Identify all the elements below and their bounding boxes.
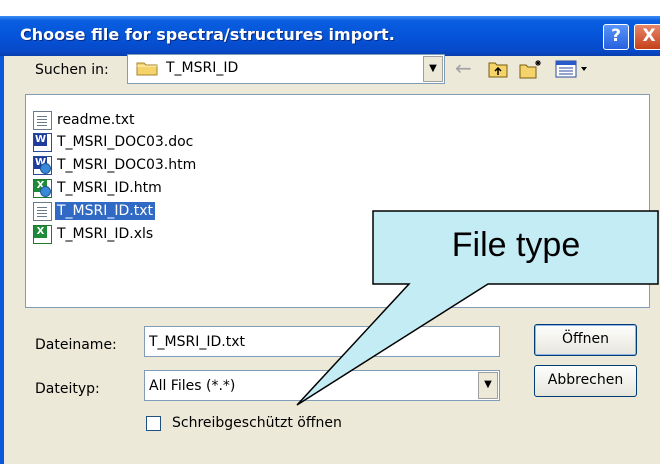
- callout-label: File type: [451, 226, 581, 264]
- close-button[interactable]: X: [634, 24, 660, 50]
- readonly-checkbox[interactable]: [146, 416, 161, 431]
- text-file-icon: [33, 201, 52, 221]
- filetype-label: Dateityp:: [35, 381, 100, 397]
- lookin-value: T_MSRI_ID: [166, 60, 239, 76]
- file-item-selected[interactable]: T_MSRI_ID.txt: [33, 200, 155, 222]
- file-item[interactable]: T_MSRI_ID.xls: [33, 223, 155, 245]
- excel-html-icon: [33, 178, 52, 198]
- filetype-select[interactable]: All Files (*.*) ▼: [144, 370, 500, 401]
- excel-workbook-icon: [33, 224, 52, 244]
- new-folder-button[interactable]: [518, 58, 544, 80]
- file-item[interactable]: readme.txt: [33, 109, 137, 131]
- views-menu-button[interactable]: [554, 58, 590, 80]
- views-menu-icon: [555, 60, 587, 78]
- file-name: T_MSRI_ID.xls: [57, 226, 154, 242]
- file-name: T_MSRI_ID.htm: [57, 180, 162, 196]
- new-folder-icon: [519, 60, 541, 79]
- close-icon: X: [642, 26, 656, 46]
- cancel-button[interactable]: Abbrechen: [534, 365, 637, 397]
- help-button[interactable]: ?: [603, 24, 629, 50]
- help-icon: ?: [611, 26, 621, 46]
- file-name: T_MSRI_DOC03.doc: [57, 134, 194, 150]
- filename-input[interactable]: [144, 326, 500, 357]
- filename-label: Dateiname:: [35, 337, 117, 353]
- dialog-title: Choose file for spectra/structures impor…: [20, 25, 395, 44]
- chevron-down-icon: ▼: [429, 63, 437, 74]
- file-item[interactable]: T_MSRI_DOC03.htm: [33, 154, 198, 176]
- folder-icon: [136, 62, 158, 76]
- file-name: T_MSRI_ID.txt: [55, 202, 155, 220]
- lookin-combo[interactable]: T_MSRI_ID ▼: [127, 54, 445, 84]
- file-name: readme.txt: [57, 112, 135, 128]
- filetype-value: All Files (*.*): [149, 378, 236, 394]
- title-bar[interactable]: Choose file for spectra/structures impor…: [0, 16, 660, 56]
- word-document-icon: [33, 132, 52, 152]
- lookin-label: Suchen in:: [35, 62, 109, 78]
- up-folder-icon: [488, 62, 508, 78]
- readonly-label: Schreibgeschützt öffnen: [172, 415, 342, 431]
- file-name: T_MSRI_DOC03.htm: [57, 157, 197, 173]
- chevron-down-icon: ▼: [484, 379, 492, 390]
- text-file-icon: [33, 110, 52, 130]
- filetype-dropdown-button[interactable]: ▼: [478, 372, 498, 399]
- file-item[interactable]: T_MSRI_ID.htm: [33, 177, 164, 199]
- up-folder-button[interactable]: [487, 58, 509, 80]
- window-left-border: [0, 56, 4, 464]
- back-button[interactable]: ←: [455, 58, 479, 80]
- lookin-dropdown-button[interactable]: ▼: [423, 56, 443, 82]
- open-button[interactable]: Öffnen: [534, 324, 637, 356]
- file-item[interactable]: T_MSRI_DOC03.doc: [33, 131, 195, 153]
- file-list[interactable]: readme.txt T_MSRI_DOC03.doc T_MSRI_DOC03…: [25, 94, 650, 308]
- word-html-icon: [33, 155, 52, 175]
- back-arrow-icon: ←: [455, 56, 472, 80]
